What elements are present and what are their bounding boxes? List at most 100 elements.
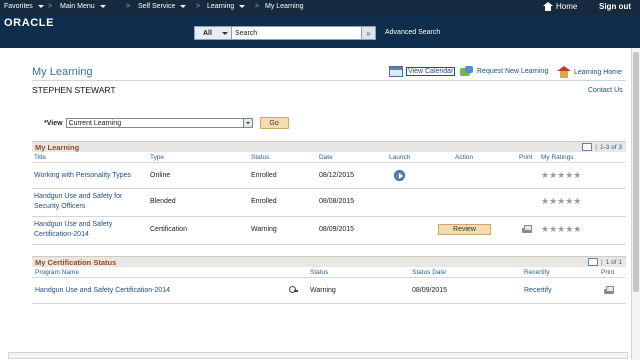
course-title-link[interactable]: Working with Personality Types: [34, 172, 131, 179]
learning-home-icon: [557, 66, 571, 78]
my-learning-grid-title: My Learning: [35, 142, 80, 152]
grid-view-icon[interactable]: [582, 143, 593, 151]
breadcrumb-separator: >: [126, 3, 131, 10]
key-icon[interactable]: [289, 286, 298, 294]
search-scope-select[interactable]: All: [194, 26, 232, 40]
col-launch: Launch: [389, 154, 411, 161]
certification-grid-title: My Certification Status: [35, 257, 117, 267]
home-label: Home: [556, 2, 578, 11]
col-status-date[interactable]: Status Date: [412, 269, 446, 276]
search-go-button[interactable]: »: [362, 26, 376, 40]
col-date[interactable]: Date: [319, 154, 333, 161]
col-status[interactable]: Status: [251, 154, 269, 161]
my-learning-column-headers: Title Type Status Date Launch Action Pri…: [32, 152, 626, 163]
view-label: *View: [44, 119, 63, 127]
sign-out-link[interactable]: Sign out: [599, 2, 631, 11]
advanced-search-link[interactable]: Advanced Search: [385, 29, 440, 36]
printer-icon[interactable]: [521, 225, 533, 234]
course-title-link[interactable]: Handgun Use and Safety for: [34, 193, 122, 200]
course-type: Blended: [150, 198, 176, 205]
course-date: 08/08/2015: [319, 198, 355, 205]
grid-navigation: | 1-3 of 3: [582, 143, 622, 151]
certification-status: Warning: [310, 287, 336, 294]
table-row: Working with Personality Types Online En…: [32, 163, 626, 189]
chevron-down-icon: [180, 5, 187, 8]
chevron-down-icon: [222, 32, 228, 35]
course-date: 08/09/2015: [319, 226, 355, 233]
program-name-link[interactable]: Handgun Use and Safety Certification-201…: [35, 287, 170, 294]
course-title-link-line2[interactable]: Certification-2014: [34, 231, 89, 238]
course-status: Warning: [251, 226, 277, 233]
nav-divider: |: [601, 258, 603, 266]
favorites-label: Favorites: [4, 3, 33, 10]
request-learning-icon: [460, 66, 474, 77]
main-menu[interactable]: Main Menu: [60, 3, 106, 10]
search-input[interactable]: Search: [232, 26, 362, 40]
search-bar: All Search »: [194, 26, 376, 40]
view-filter-row: *View Current Learning Go: [44, 117, 289, 129]
pagination-label: 1 of 1: [605, 258, 622, 266]
col-status[interactable]: Status: [310, 269, 328, 276]
breadcrumb-separator: >: [196, 3, 201, 10]
my-learning-crumb-label: My Learning: [265, 3, 304, 10]
chevron-down-icon: [99, 5, 106, 8]
home-icon: [543, 2, 553, 11]
my-learning-grid: My Learning | 1-3 of 3 Title Type Status…: [32, 141, 626, 245]
rating-stars[interactable]: ★★★★★: [541, 224, 581, 235]
review-button[interactable]: Review: [438, 224, 491, 235]
col-recertify: Recertify: [524, 269, 550, 276]
breadcrumb-self-service[interactable]: Self Service: [138, 3, 187, 10]
rating-stars[interactable]: ★★★★★: [541, 196, 581, 207]
table-row: Handgun Use and Safety for Security Offi…: [32, 189, 626, 217]
breadcrumb-separator: >: [255, 3, 260, 10]
col-type[interactable]: Type: [150, 154, 164, 161]
table-row: Handgun Use and Safety Certification-201…: [32, 217, 626, 245]
grid-view-icon[interactable]: [588, 258, 599, 266]
course-type: Certification: [150, 226, 187, 233]
printer-icon[interactable]: [603, 286, 615, 295]
certification-status-date: 08/09/2015: [412, 287, 448, 294]
favorites-menu[interactable]: Favorites: [4, 3, 44, 10]
col-my-ratings: My Ratings: [541, 154, 574, 161]
certification-grid-header: My Certification Status | 1 of 1: [32, 256, 626, 267]
col-title[interactable]: Title: [34, 154, 46, 161]
certification-status-grid: My Certification Status | 1 of 1 Program…: [32, 256, 626, 304]
home-link[interactable]: Home: [543, 2, 577, 11]
view-calendar-label: View Calendar: [406, 67, 456, 76]
breadcrumb-separator: >: [48, 3, 53, 10]
view-calendar-link[interactable]: View Calendar: [389, 66, 456, 77]
search-scope-value: All: [203, 29, 212, 37]
learning-home-label: Learning Home: [574, 68, 622, 76]
learning-home-link[interactable]: Learning Home: [557, 66, 622, 78]
title-divider: [32, 80, 626, 81]
page-title: My Learning: [32, 66, 93, 78]
grid-navigation: | 1 of 1: [588, 258, 622, 266]
col-print: Print: [601, 269, 615, 276]
breadcrumb-learning[interactable]: Learning: [207, 3, 246, 10]
rating-stars[interactable]: ★★★★★: [541, 170, 581, 181]
horizontal-scrollbar[interactable]: [8, 352, 628, 359]
course-title-link[interactable]: Handgun Use and Safety: [34, 221, 112, 228]
contact-us-link[interactable]: Contact Us: [588, 87, 623, 94]
header-band: ORACLE All Search » Advanced Search: [0, 15, 640, 48]
recertify-link[interactable]: Recertify: [524, 287, 552, 294]
scrollbar-thumb[interactable]: [633, 52, 639, 292]
top-nav-bar: Favorites > Main Menu > Self Service > L…: [0, 0, 640, 15]
table-row: Handgun Use and Safety Certification-201…: [32, 278, 626, 304]
course-status: Enrolled: [251, 198, 277, 205]
request-new-learning-link[interactable]: Request New Learning: [460, 66, 548, 77]
course-title-link-line2[interactable]: Security Officers: [34, 203, 85, 210]
certification-column-headers: Program Name Status Status Date Recertif…: [32, 267, 626, 278]
col-action: Action: [455, 154, 474, 161]
sign-out-label: Sign out: [599, 2, 631, 11]
main-menu-label: Main Menu: [60, 3, 95, 10]
go-button[interactable]: Go: [259, 117, 289, 129]
user-name: STEPHEN STEWART: [32, 85, 116, 95]
course-status: Enrolled: [251, 172, 277, 179]
vertical-scrollbar[interactable]: [631, 48, 640, 360]
oracle-logo: ORACLE: [4, 17, 55, 29]
launch-icon[interactable]: [394, 170, 405, 181]
view-select[interactable]: Current Learning: [65, 118, 253, 128]
col-program-name[interactable]: Program Name: [35, 269, 79, 276]
learning-label: Learning: [207, 3, 235, 10]
